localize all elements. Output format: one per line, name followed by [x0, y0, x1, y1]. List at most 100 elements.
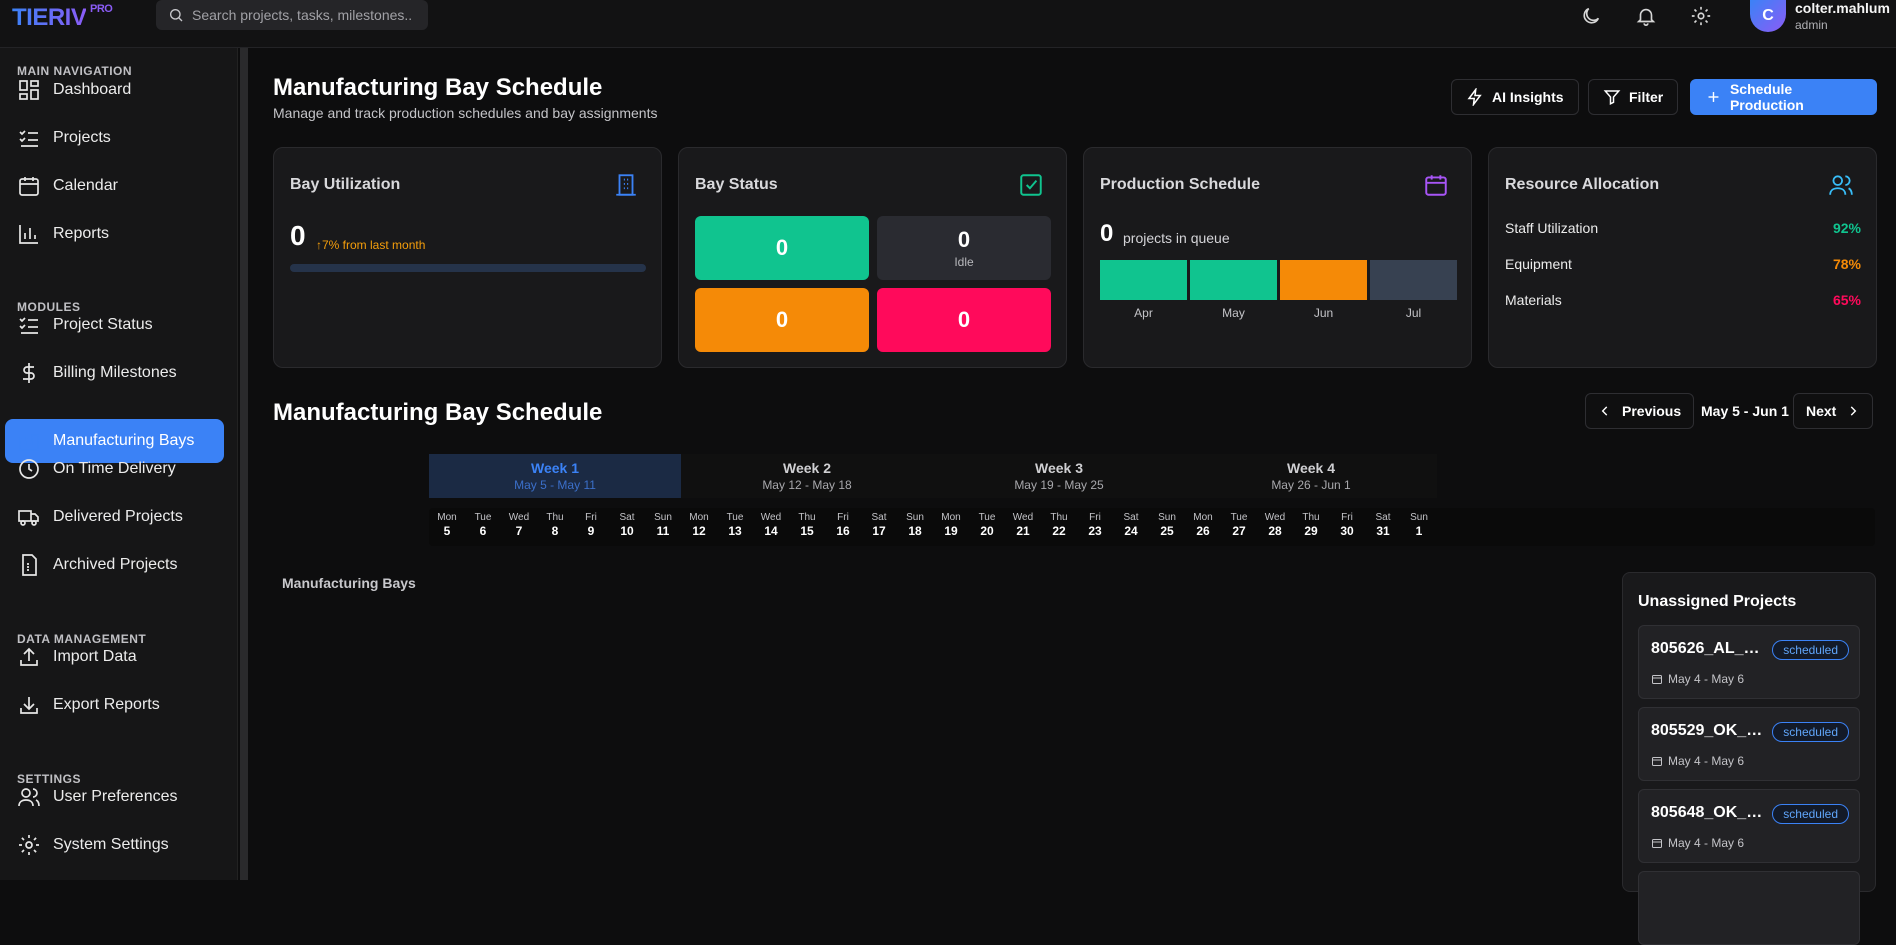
filter-button[interactable]: Filter — [1588, 79, 1679, 115]
sidebar-item-reports[interactable]: Reports — [5, 212, 224, 256]
week-range: May 5 - May 11 — [514, 478, 596, 492]
sidebar-item-delivered-projects[interactable]: Delivered Projects — [5, 495, 224, 539]
unassigned-project-card[interactable] — [1638, 871, 1860, 945]
card-title: Bay Utilization — [290, 176, 401, 193]
day-number: 11 — [656, 524, 670, 538]
day-number: 22 — [1052, 524, 1066, 538]
status-maintenance-tile[interactable]: 0 — [695, 288, 869, 352]
resource-allocation-card: Resource Allocation Staff Utilization 92%… — [1488, 147, 1877, 368]
gear-icon — [19, 835, 39, 855]
idle-label: Idle — [954, 255, 974, 269]
sidebar-scrollbar[interactable] — [240, 48, 248, 880]
week-column[interactable]: Week 2 May 12 - May 18 — [681, 454, 933, 498]
sidebar-item-project-status[interactable]: Project Status — [5, 303, 224, 347]
day-column: Mon 26 — [1185, 512, 1221, 538]
schedule-production-label: Schedule Production — [1729, 81, 1804, 113]
day-column: Mon 12 — [681, 512, 717, 538]
reports-icon — [19, 225, 38, 244]
day-name: Fri — [1089, 512, 1101, 523]
day-number: 9 — [587, 524, 595, 538]
resource-row-materials: Materials 65% — [1505, 292, 1861, 308]
sidebar-item-export-reports[interactable]: Export Reports — [5, 683, 224, 727]
clock-icon — [19, 459, 39, 479]
project-dates: May 4 - May 6 — [1651, 754, 1744, 768]
search-bar[interactable] — [156, 0, 428, 30]
day-number: 7 — [515, 524, 523, 538]
manufacturing-bays-label: Manufacturing Bays — [282, 575, 416, 591]
ai-insights-button[interactable]: AI Insights — [1451, 79, 1579, 115]
day-column: Thu 8 — [537, 512, 573, 538]
app-logo[interactable]: TIERIV PRO — [12, 3, 113, 32]
day-number: 27 — [1232, 524, 1246, 538]
sidebar-item-user-preferences[interactable]: User Preferences — [5, 775, 224, 819]
sidebar-item-dashboard[interactable]: Dashboard — [5, 68, 224, 112]
day-name: Sun — [1410, 512, 1428, 523]
next-label: Next — [1806, 403, 1837, 419]
day-column: Sun 11 — [645, 512, 681, 538]
sidebar-item-calendar[interactable]: Calendar — [5, 164, 224, 208]
week-column[interactable]: Week 1 May 5 - May 11 — [429, 454, 681, 498]
next-button[interactable]: Next — [1793, 393, 1874, 429]
sidebar-item-archived-projects[interactable]: Archived Projects — [5, 543, 224, 587]
day-name: Tue — [726, 512, 744, 523]
week-label: Week 4 — [1287, 460, 1335, 476]
month-label: May — [1222, 306, 1245, 320]
week-column[interactable]: Week 3 May 19 - May 25 — [933, 454, 1185, 498]
day-number: 16 — [836, 524, 850, 538]
bell-icon[interactable] — [1635, 5, 1657, 27]
day-column: Sat 24 — [1113, 512, 1149, 538]
utilization-change: ↑7% from last month — [316, 238, 425, 252]
resource-row-staff: Staff Utilization 92% — [1505, 220, 1861, 236]
search-input[interactable] — [192, 7, 412, 23]
day-name: Thu — [546, 512, 564, 523]
day-name: Mon — [437, 512, 457, 523]
day-name: Wed — [1012, 512, 1034, 523]
day-name: Tue — [474, 512, 492, 523]
day-header: Mon 5 Tue 6 Wed 7 Thu 8 Fri 9 Sat 10 Sun 11 Mon 12 Tue 13… — [429, 508, 1875, 546]
sidebar-item-billing-milestones[interactable]: Billing Milestones — [5, 351, 224, 395]
sidebar-item-label: Delivered Projects — [53, 508, 183, 525]
day-name: Mon — [689, 512, 709, 523]
unassigned-project-card[interactable]: 805626_AL_TC... scheduled May 4 - May 6 — [1638, 625, 1860, 699]
week-column[interactable]: Week 4 May 26 - Jun 1 — [1185, 454, 1437, 498]
week-label: Week 2 — [783, 460, 831, 476]
unassigned-project-card[interactable]: 805648_OK_V... scheduled May 4 - May 6 — [1638, 789, 1860, 863]
sidebar-item-label: Billing Milestones — [53, 364, 177, 381]
project-dates: May 4 - May 6 — [1651, 672, 1744, 686]
status-active-tile[interactable]: 0 — [695, 216, 869, 280]
card-title: Resource Allocation — [1505, 176, 1660, 193]
avatar[interactable]: C — [1750, 0, 1786, 32]
day-number: 17 — [872, 524, 886, 538]
unassigned-project-card[interactable]: 805529_OK_V... scheduled May 4 - May 6 — [1638, 707, 1860, 781]
sidebar-item-import-data[interactable]: Import Data — [5, 635, 224, 679]
page-subtitle: Manage and track production schedules an… — [273, 105, 658, 121]
sidebar-item-projects[interactable]: Projects — [5, 116, 224, 160]
day-column: Tue 6 — [465, 512, 501, 538]
day-column: Sun 18 — [897, 512, 933, 538]
project-dates: May 4 - May 6 — [1651, 836, 1744, 850]
queue-count: 0 — [1100, 220, 1114, 247]
schedule-production-button[interactable]: Schedule Production — [1690, 79, 1877, 115]
day-number: 13 — [728, 524, 742, 538]
previous-button[interactable]: Previous — [1585, 393, 1695, 429]
idle-count: 0 — [957, 227, 971, 252]
issues-count: 0 — [957, 307, 971, 332]
week-header: Week 1 May 5 - May 11 Week 2 May 12 - May … — [429, 454, 1437, 498]
logo-text: TIERIV — [12, 4, 87, 31]
resource-label: Materials — [1505, 292, 1562, 308]
previous-label: Previous — [1622, 403, 1682, 419]
status-badge: scheduled — [1772, 804, 1849, 824]
sidebar-item-label: Archived Projects — [53, 556, 178, 573]
card-title: Bay Status — [695, 176, 778, 193]
settings-gear-icon[interactable] — [1690, 5, 1712, 27]
day-column: Sun 25 — [1149, 512, 1185, 538]
resource-row-equipment: Equipment 78% — [1505, 256, 1861, 272]
sidebar-item-on-time-delivery[interactable]: On Time Delivery — [5, 447, 224, 491]
status-issues-tile[interactable]: 0 — [877, 288, 1051, 352]
day-number: 26 — [1196, 524, 1210, 538]
upload-icon — [20, 647, 38, 666]
day-name: Thu — [798, 512, 816, 523]
status-idle-tile[interactable]: 0 Idle — [877, 216, 1051, 280]
sidebar-item-system-settings[interactable]: System Settings — [5, 823, 224, 867]
moon-icon[interactable] — [1580, 5, 1602, 27]
